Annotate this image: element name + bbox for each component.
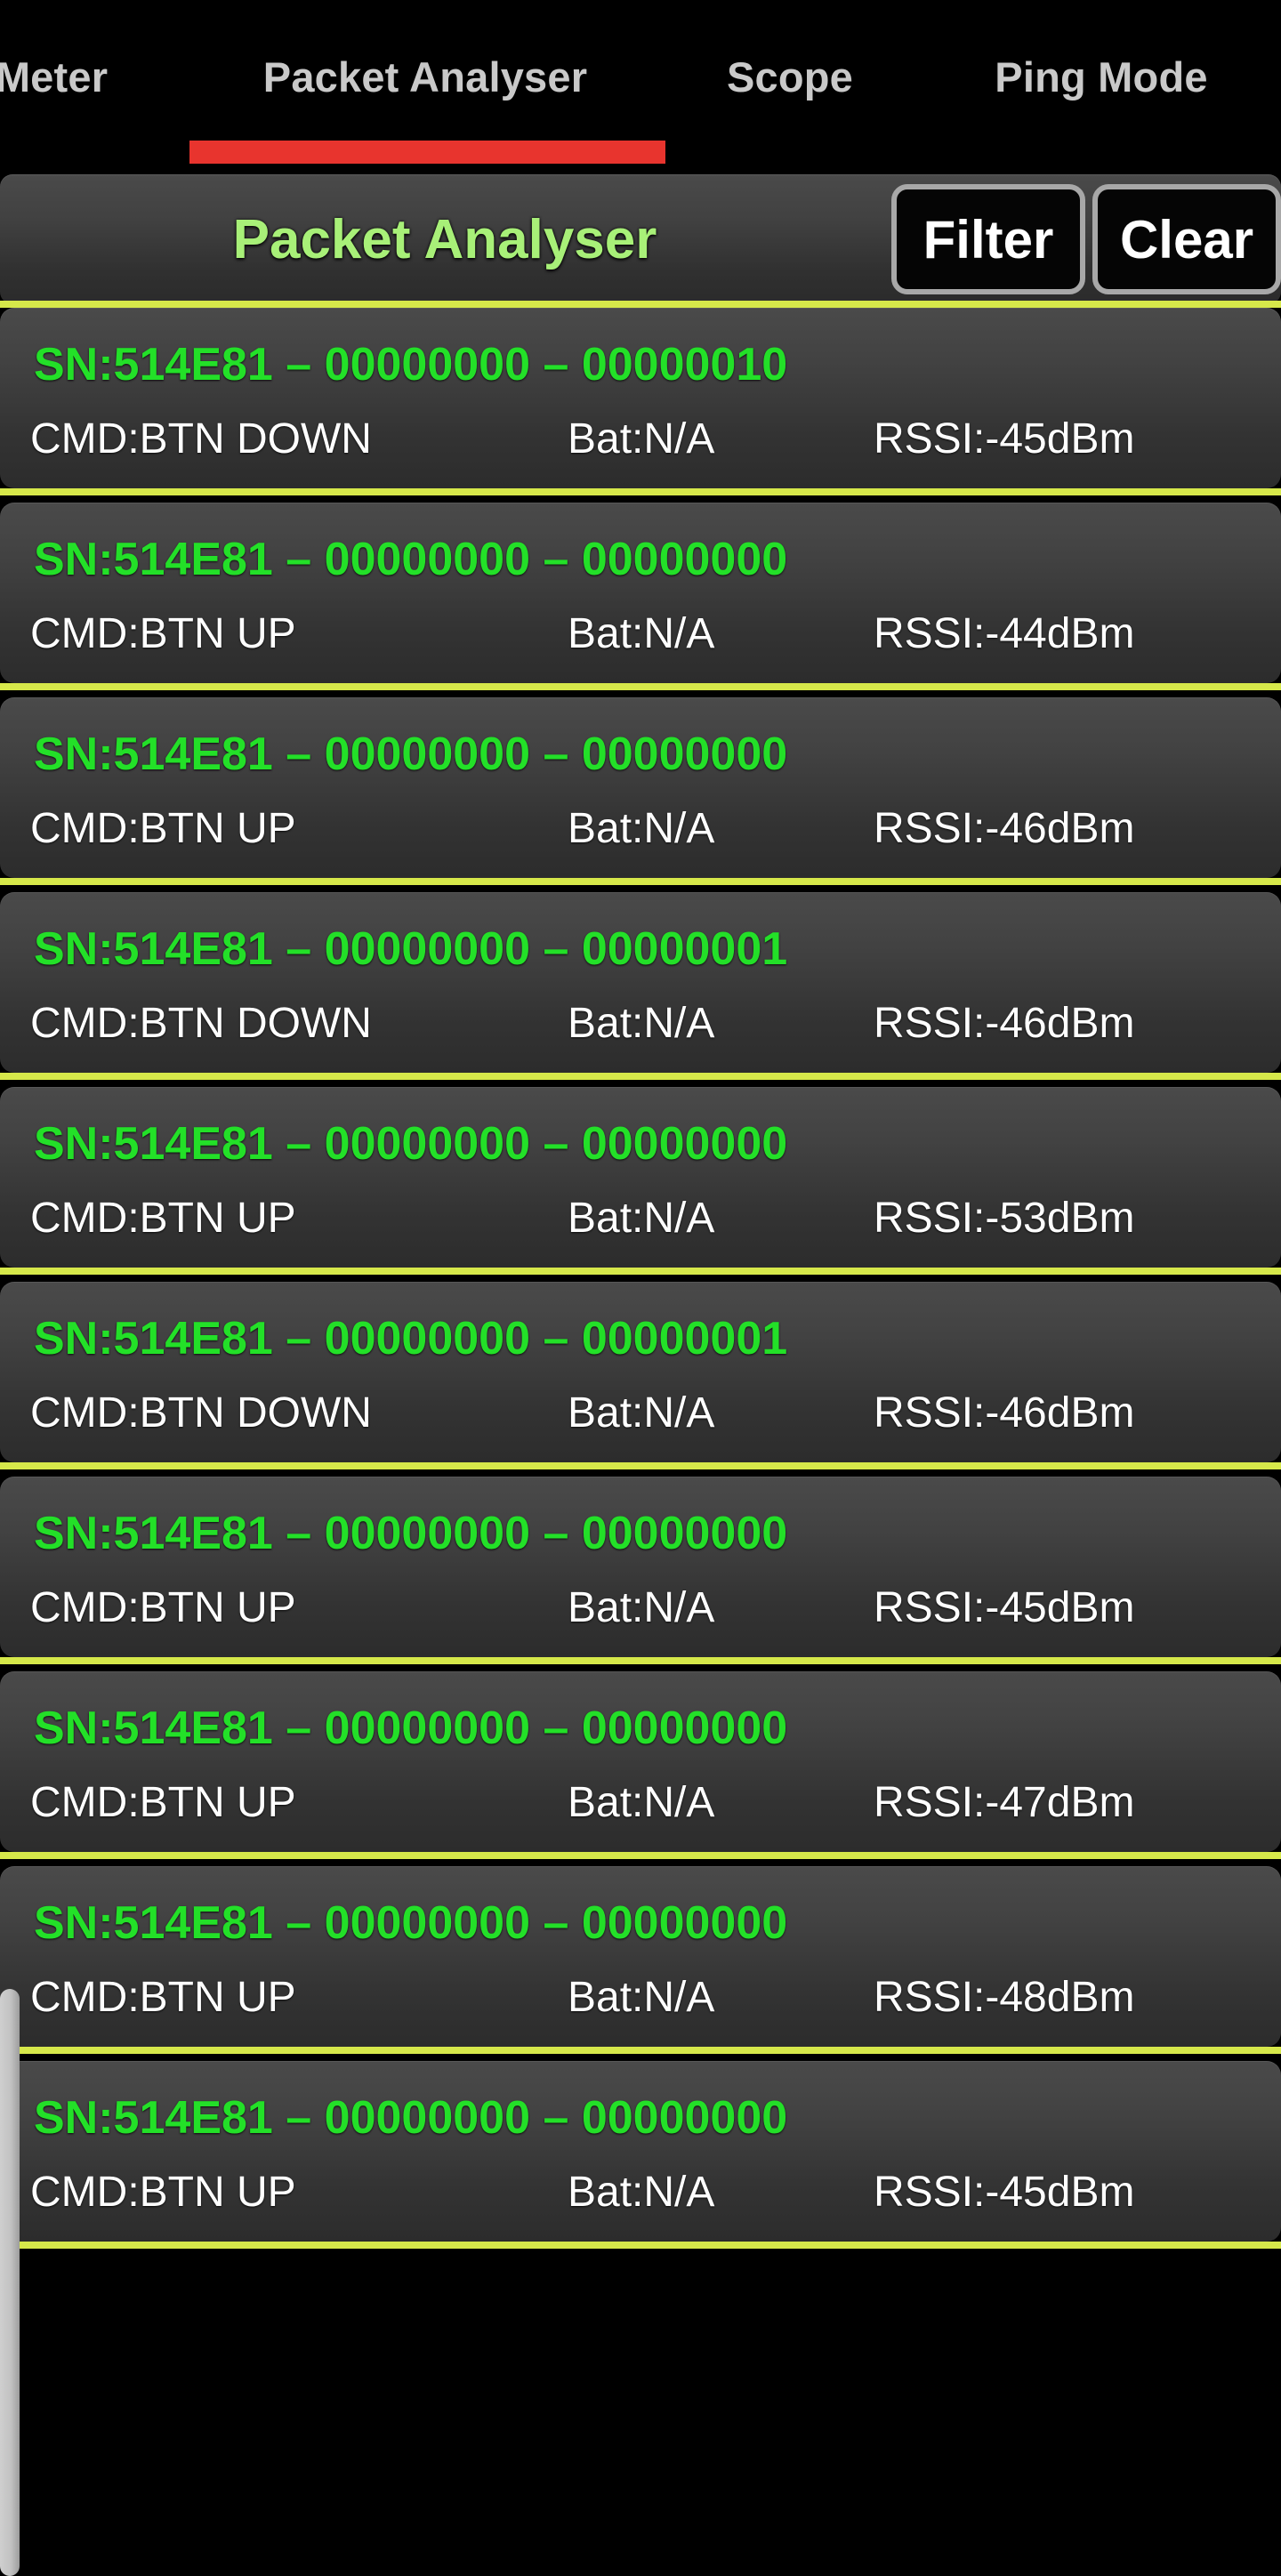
packet-serial: SN:514E81 – 00000000 – 00000000 bbox=[34, 1703, 788, 1754]
tab-ping-mode-label: Ping Mode bbox=[995, 52, 1208, 101]
tab-meter-label: Meter bbox=[0, 52, 109, 101]
packet-rssi: RSSI:-46dBm bbox=[874, 805, 1135, 852]
clear-button-label: Clear bbox=[1119, 209, 1254, 270]
packet-battery: Bat:N/A bbox=[568, 1000, 715, 1047]
packet-rssi: RSSI:-53dBm bbox=[874, 1195, 1135, 1242]
packet-rssi: RSSI:-45dBm bbox=[874, 1584, 1135, 1631]
packet-row-card: SN:514E81 – 00000000 – 00000000 CMD:BTN U… bbox=[0, 1866, 1281, 2047]
packet-row-card: SN:514E81 – 00000000 – 00000000 CMD:BTN U… bbox=[0, 697, 1281, 878]
tab-ping-mode[interactable]: Ping Mode bbox=[918, 0, 1281, 153]
packet-row-card: SN:514E81 – 00000000 – 00000001 CMD:BTN D… bbox=[0, 1282, 1281, 1462]
packet-battery: Bat:N/A bbox=[568, 1974, 715, 2021]
packet-command: CMD:BTN UP bbox=[30, 1974, 296, 2021]
packet-rssi: RSSI:-48dBm bbox=[874, 1974, 1135, 2021]
packet-row-divider bbox=[0, 1657, 1281, 1664]
packet-command: CMD:BTN UP bbox=[30, 610, 296, 657]
filter-button[interactable]: Filter bbox=[891, 184, 1085, 294]
packet-rssi: RSSI:-47dBm bbox=[874, 1779, 1135, 1826]
packet-serial: SN:514E81 – 00000000 – 00000000 bbox=[34, 1897, 788, 1949]
packet-battery: Bat:N/A bbox=[568, 610, 715, 657]
packet-serial: SN:514E81 – 00000000 – 00000000 bbox=[34, 534, 788, 585]
packet-command: CMD:BTN UP bbox=[30, 1584, 296, 1631]
packet-command: CMD:BTN DOWN bbox=[30, 1000, 372, 1047]
packet-rssi: RSSI:-44dBm bbox=[874, 610, 1135, 657]
packet-serial: SN:514E81 – 00000000 – 00000000 bbox=[34, 1508, 788, 1559]
packet-battery: Bat:N/A bbox=[568, 1195, 715, 1242]
tab-scope-label: Scope bbox=[726, 52, 854, 101]
packet-row-divider bbox=[0, 1462, 1281, 1469]
tab-list: Meter Packet Analyser Scope Ping Mode bbox=[0, 0, 1281, 153]
packet-row[interactable]: SN:514E81 – 00000000 – 00000000 CMD:BTN U… bbox=[0, 503, 1281, 690]
packet-row-card: SN:514E81 – 00000000 – 00000000 CMD:BTN U… bbox=[0, 503, 1281, 683]
list-scrollbar-track[interactable] bbox=[0, 308, 20, 2576]
active-tab-indicator bbox=[189, 141, 665, 164]
packet-serial: SN:514E81 – 00000000 – 00000010 bbox=[34, 339, 788, 390]
packet-command: CMD:BTN UP bbox=[30, 2169, 296, 2216]
screen-header: Packet Analyser Filter Clear bbox=[0, 174, 1281, 304]
packet-row-divider bbox=[0, 2047, 1281, 2054]
packet-row-divider bbox=[0, 1268, 1281, 1275]
packet-command: CMD:BTN DOWN bbox=[30, 1389, 372, 1437]
packet-row-divider bbox=[0, 1073, 1281, 1080]
clear-button[interactable]: Clear bbox=[1092, 184, 1281, 294]
packet-row-card: SN:514E81 – 00000000 – 00000000 CMD:BTN U… bbox=[0, 2061, 1281, 2242]
packet-row-card: SN:514E81 – 00000000 – 00000001 CMD:BTN D… bbox=[0, 892, 1281, 1073]
header-divider bbox=[0, 301, 1281, 308]
packet-rssi: RSSI:-45dBm bbox=[874, 415, 1135, 463]
packet-row-divider bbox=[0, 683, 1281, 690]
packet-row[interactable]: SN:514E81 – 00000000 – 00000000 CMD:BTN U… bbox=[0, 697, 1281, 885]
packet-row-divider bbox=[0, 2242, 1281, 2249]
packet-row[interactable]: SN:514E81 – 00000000 – 00000000 CMD:BTN U… bbox=[0, 2061, 1281, 2249]
packet-battery: Bat:N/A bbox=[568, 2169, 715, 2216]
page-title: Packet Analyser bbox=[232, 208, 657, 270]
filter-button-label: Filter bbox=[922, 209, 1054, 270]
packet-row[interactable]: SN:514E81 – 00000000 – 00000000 CMD:BTN U… bbox=[0, 1477, 1281, 1664]
list-scrollbar-thumb[interactable] bbox=[0, 1989, 20, 2576]
tab-bar: Meter Packet Analyser Scope Ping Mode bbox=[0, 0, 1281, 173]
packet-row-card: SN:514E81 – 00000000 – 00000000 CMD:BTN U… bbox=[0, 1087, 1281, 1268]
packet-row[interactable]: SN:514E81 – 00000000 – 00000001 CMD:BTN D… bbox=[0, 892, 1281, 1080]
packet-row-card: SN:514E81 – 00000000 – 00000000 CMD:BTN U… bbox=[0, 1671, 1281, 1852]
packet-command: CMD:BTN UP bbox=[30, 1779, 296, 1826]
packet-battery: Bat:N/A bbox=[568, 1389, 715, 1437]
packet-command: CMD:BTN UP bbox=[30, 1195, 296, 1242]
packet-battery: Bat:N/A bbox=[568, 1779, 715, 1826]
packet-row-divider bbox=[0, 488, 1281, 495]
packet-row-divider bbox=[0, 878, 1281, 885]
packet-row[interactable]: SN:514E81 – 00000000 – 00000001 CMD:BTN D… bbox=[0, 1282, 1281, 1469]
packet-battery: Bat:N/A bbox=[568, 415, 715, 463]
packet-rssi: RSSI:-45dBm bbox=[874, 2169, 1135, 2216]
packet-command: CMD:BTN UP bbox=[30, 805, 296, 852]
packet-serial: SN:514E81 – 00000000 – 00000000 bbox=[34, 729, 788, 780]
packet-battery: Bat:N/A bbox=[568, 1584, 715, 1631]
packet-serial: SN:514E81 – 00000000 – 00000000 bbox=[34, 1118, 788, 1170]
packet-row[interactable]: SN:514E81 – 00000000 – 00000000 CMD:BTN U… bbox=[0, 1866, 1281, 2054]
packet-list[interactable]: SN:514E81 – 00000000 – 00000010 CMD:BTN D… bbox=[0, 308, 1281, 2277]
packet-rssi: RSSI:-46dBm bbox=[874, 1389, 1135, 1437]
tab-meter[interactable]: Meter bbox=[0, 0, 203, 153]
tab-packet-analyser[interactable]: Packet Analyser bbox=[189, 0, 662, 153]
packet-rssi: RSSI:-46dBm bbox=[874, 1000, 1135, 1047]
packet-battery: Bat:N/A bbox=[568, 805, 715, 852]
packet-serial: SN:514E81 – 00000000 – 00000000 bbox=[34, 2092, 788, 2144]
packet-serial: SN:514E81 – 00000000 – 00000001 bbox=[34, 1313, 788, 1364]
packet-row-card: SN:514E81 – 00000000 – 00000000 CMD:BTN U… bbox=[0, 1477, 1281, 1657]
packet-command: CMD:BTN DOWN bbox=[30, 415, 372, 463]
packet-row[interactable]: SN:514E81 – 00000000 – 00000000 CMD:BTN U… bbox=[0, 1671, 1281, 1859]
packet-row-card: SN:514E81 – 00000000 – 00000010 CMD:BTN D… bbox=[0, 308, 1281, 488]
packet-row[interactable]: SN:514E81 – 00000000 – 00000010 CMD:BTN D… bbox=[0, 308, 1281, 495]
packet-row-divider bbox=[0, 1852, 1281, 1859]
tab-packet-analyser-label: Packet Analyser bbox=[262, 52, 588, 101]
packet-serial: SN:514E81 – 00000000 – 00000001 bbox=[34, 923, 788, 975]
packet-row[interactable]: SN:514E81 – 00000000 – 00000000 CMD:BTN U… bbox=[0, 1087, 1281, 1275]
tab-scope[interactable]: Scope bbox=[662, 0, 918, 153]
